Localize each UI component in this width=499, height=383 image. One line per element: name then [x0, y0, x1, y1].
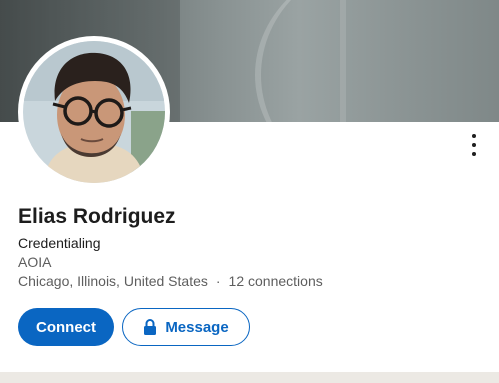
profile-meta: Chicago, Illinois, United States · 12 conn…	[18, 273, 323, 289]
section-divider	[0, 372, 499, 383]
profile-headline: Credentialing	[18, 235, 101, 251]
avatar[interactable]	[18, 36, 170, 188]
profile-name: Elias Rodriguez	[18, 205, 176, 228]
more-options-button[interactable]	[464, 132, 484, 158]
message-button-label: Message	[165, 318, 229, 336]
connections-count[interactable]: 12 connections	[229, 273, 323, 289]
connect-button[interactable]: Connect	[18, 308, 114, 346]
meta-separator: ·	[215, 273, 221, 289]
connect-button-label: Connect	[36, 318, 96, 336]
profile-photo	[23, 41, 165, 183]
profile-location: Chicago, Illinois, United States	[18, 273, 208, 289]
message-button[interactable]: Message	[122, 308, 250, 346]
lock-icon	[144, 319, 157, 335]
profile-company: AOIA	[18, 254, 52, 270]
more-vertical-icon	[472, 134, 476, 138]
